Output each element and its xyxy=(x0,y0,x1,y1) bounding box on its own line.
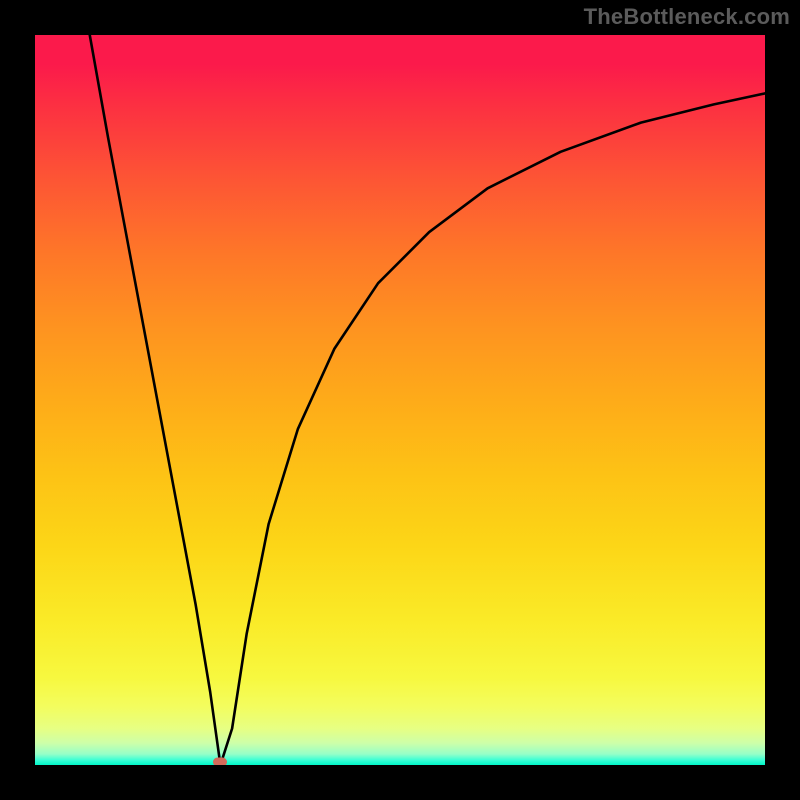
watermark-text: TheBottleneck.com xyxy=(584,4,790,30)
chart-frame: TheBottleneck.com xyxy=(0,0,800,800)
plot-area xyxy=(35,35,765,765)
minimum-marker-icon xyxy=(213,758,227,766)
bottleneck-curve xyxy=(90,35,765,765)
curve-svg xyxy=(35,35,765,765)
